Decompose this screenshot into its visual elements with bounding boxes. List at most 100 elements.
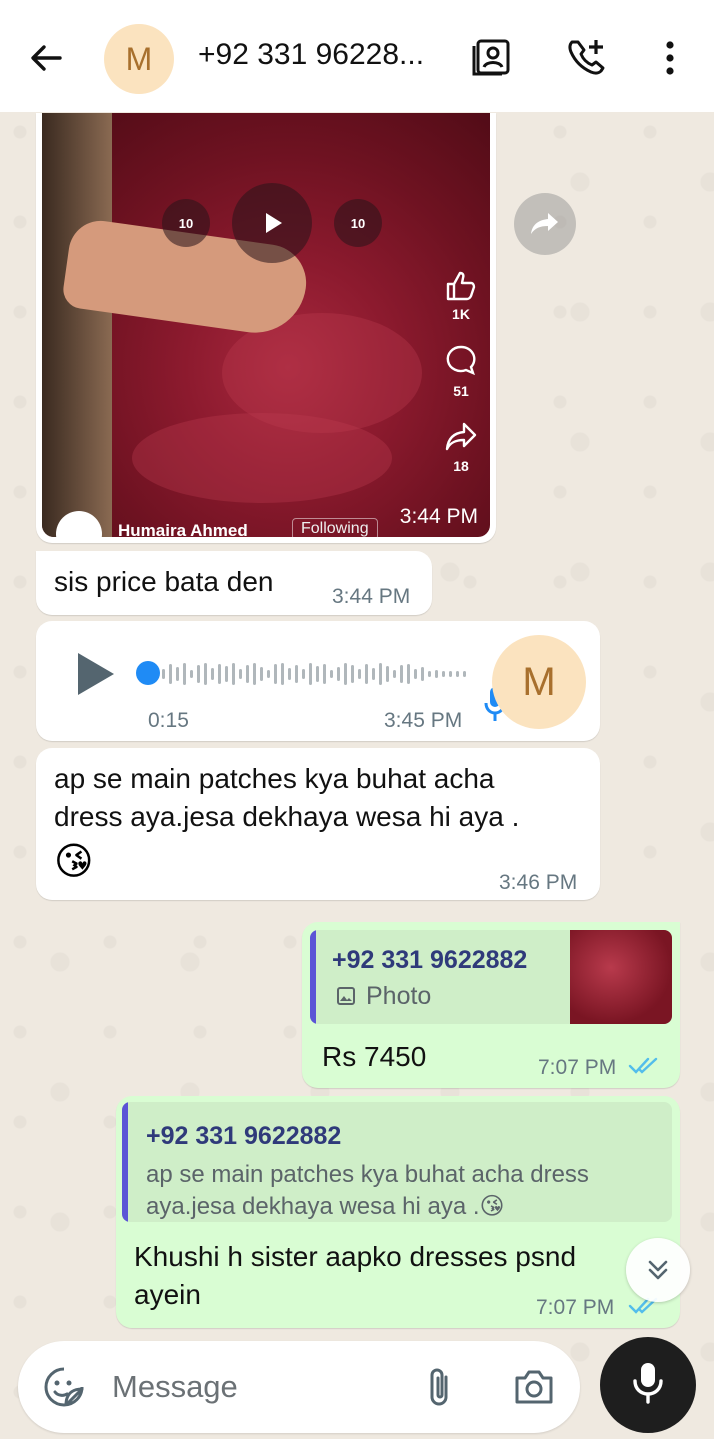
message-text: Rs 7450 (322, 1041, 427, 1072)
following-label: Following (292, 518, 378, 537)
message-text-line1: ap se main patches kya buhat acha (54, 763, 495, 794)
incoming-message[interactable]: ap se main patches kya buhat acha dress … (36, 748, 600, 900)
incoming-message[interactable]: sis price bata den 3:44 PM (36, 551, 432, 615)
waveform-bar (225, 666, 228, 682)
play-voice-icon[interactable] (76, 651, 116, 702)
waveform-bar (309, 663, 312, 685)
message-text-line2: dress aya.jesa dekhaya wesa hi aya . (54, 801, 520, 832)
scroll-to-bottom-button[interactable] (626, 1238, 690, 1302)
waveform-bar (386, 666, 389, 682)
attach-icon[interactable] (420, 1365, 460, 1416)
waveform-bar (232, 663, 235, 685)
waveform-bar (372, 668, 375, 680)
outgoing-message[interactable]: +92 331 9622882 Photo Rs 7450 7:07 PM (302, 922, 680, 1088)
waveform-bar (295, 665, 298, 683)
message-time: 7:07 PM (538, 1056, 617, 1079)
share-icon (444, 419, 478, 458)
waveform-bar (246, 665, 249, 683)
waveform-bar (393, 670, 396, 678)
waveform-bar (344, 663, 347, 685)
waveform-bar (421, 667, 424, 681)
waveform-bar (274, 664, 277, 684)
back-arrow-icon[interactable] (26, 38, 66, 78)
comment-icon (444, 343, 478, 382)
waveform-bar (288, 668, 291, 680)
comment-count: 51 (453, 383, 469, 399)
waveform-bar (218, 664, 221, 684)
waveform-bar (211, 668, 214, 680)
quoted-photo-reply[interactable]: +92 331 9622882 Photo (310, 930, 672, 1024)
waveform-bar (239, 669, 242, 679)
waveform-bar (337, 667, 340, 681)
waveform-bar (414, 669, 417, 679)
message-text-line2: ayein (134, 1279, 201, 1310)
quoted-text-line2: aya.jesa dekhaya wesa hi aya .😘 (146, 1193, 505, 1220)
video-author: Humaira Ahmed (118, 521, 248, 537)
mic-icon (631, 1361, 665, 1410)
quoted-text-reply[interactable]: +92 331 9622882 ap se main patches kya b… (122, 1102, 672, 1222)
sender-avatar: M (492, 635, 586, 729)
waveform-bar (407, 664, 410, 684)
waveform-bar (379, 663, 382, 685)
add-call-icon[interactable] (564, 36, 608, 80)
play-icon[interactable] (232, 183, 312, 263)
waveform-bar (358, 669, 361, 679)
like-count: 1K (452, 306, 470, 322)
contact-avatar[interactable]: M (104, 24, 174, 94)
waveform-bar (253, 663, 256, 685)
waveform-bar (260, 667, 263, 681)
quoted-photo-thumbnail (570, 930, 672, 1024)
message-time: 3:44 PM (332, 585, 411, 608)
voice-record-button[interactable] (600, 1337, 696, 1433)
outgoing-message[interactable]: +92 331 9622882 ap se main patches kya b… (116, 1096, 680, 1328)
read-ticks-icon (628, 1056, 662, 1081)
waveform-bar (169, 664, 172, 684)
waveform-bar (204, 663, 207, 685)
waveform-bar (330, 670, 333, 678)
waveform-bar (281, 663, 284, 685)
waveform-bar (302, 669, 305, 679)
rewind-10-icon[interactable]: 10 (162, 199, 210, 247)
waveform-bar (190, 670, 193, 678)
waveform-bar (162, 669, 165, 679)
voice-duration: 0:15 (148, 709, 189, 732)
photo-icon (336, 986, 356, 1011)
message-time: 3:46 PM (499, 871, 578, 894)
chat-header: M +92 331 96228... (0, 0, 714, 112)
voice-waveform[interactable] (162, 662, 467, 686)
waveform-bar (400, 665, 403, 683)
quoted-sender: +92 331 9622882 (146, 1122, 342, 1150)
camera-icon[interactable] (512, 1365, 556, 1414)
message-composer[interactable]: Message (18, 1341, 580, 1433)
waveform-bar (442, 671, 445, 677)
like-icon (444, 269, 478, 308)
forward-button[interactable] (514, 193, 576, 255)
waveform-bar (316, 666, 319, 682)
forward-10-icon[interactable]: 10 (334, 199, 382, 247)
video-thumbnail[interactable]: 10 10 1K 51 18 Humaira Ahmed Following 3… (42, 113, 490, 537)
contact-title[interactable]: +92 331 96228... (198, 38, 448, 72)
waveform-bar (435, 670, 438, 678)
quoted-text-line1: ap se main patches kya buhat acha dress (146, 1161, 589, 1188)
message-text: sis price bata den (54, 566, 274, 597)
emoji-kiss: 😘 (54, 841, 94, 883)
video-timestamp: 3:44 PM (399, 505, 478, 528)
message-time: 7:07 PM (536, 1296, 615, 1319)
message-text-line1: Khushi h sister aapko dresses psnd (134, 1241, 577, 1272)
quoted-sender: +92 331 9622882 (332, 946, 528, 974)
waveform-bar (365, 664, 368, 684)
video-message-bubble[interactable]: 10 10 1K 51 18 Humaira Ahmed Following 3… (36, 113, 496, 543)
quoted-type: Photo (366, 982, 432, 1010)
sticker-icon[interactable] (42, 1365, 86, 1414)
message-input[interactable]: Message (112, 1369, 238, 1405)
voice-progress-dot[interactable] (136, 661, 160, 685)
waveform-bar (463, 671, 466, 677)
waveform-bar (183, 663, 186, 685)
more-options-icon[interactable] (648, 36, 692, 80)
contact-card-icon[interactable] (470, 36, 514, 80)
waveform-bar (267, 670, 270, 678)
share-count: 18 (453, 458, 469, 474)
waveform-bar (428, 671, 431, 677)
waveform-bar (176, 667, 179, 681)
waveform-bar (351, 665, 354, 683)
